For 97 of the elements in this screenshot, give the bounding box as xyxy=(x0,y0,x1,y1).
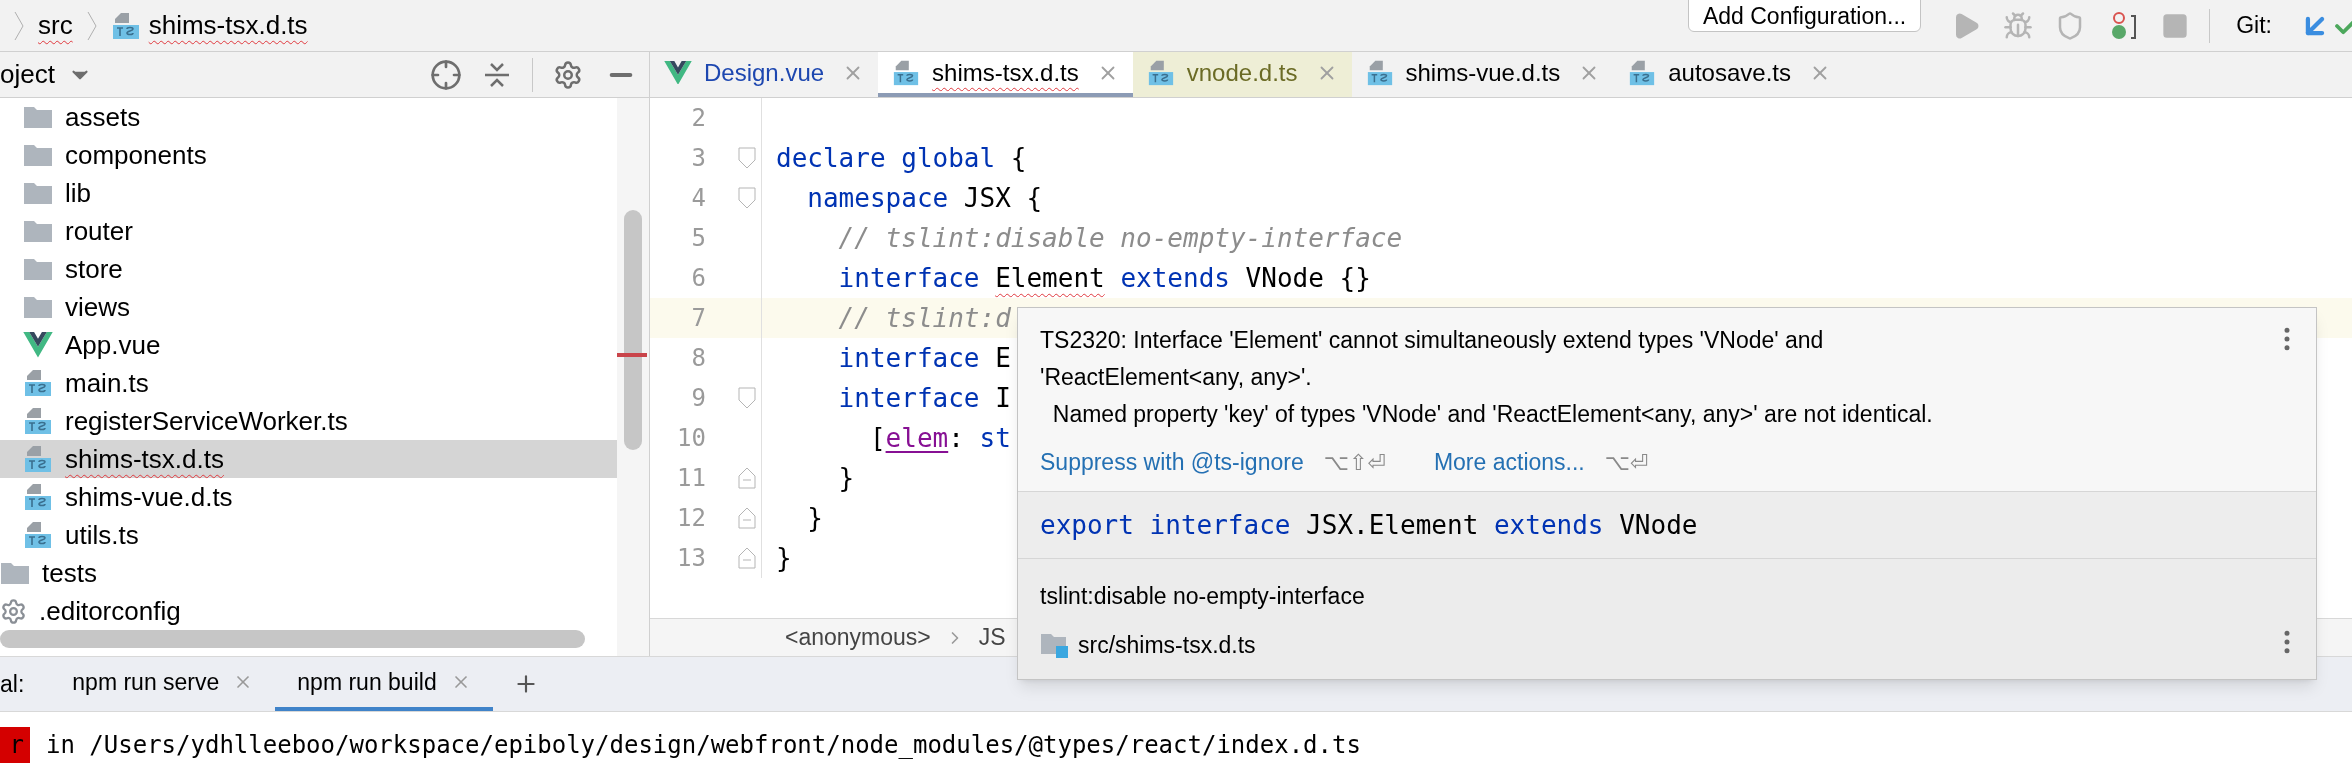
folder-icon xyxy=(23,295,53,319)
code-line: interface I xyxy=(837,381,1011,415)
typescript-file-icon xyxy=(23,406,53,436)
fold-marker-icon[interactable] xyxy=(738,187,756,209)
folder-icon xyxy=(23,219,53,243)
editor-tab[interactable]: autosave.ts xyxy=(1614,52,1845,97)
tree-item[interactable]: components xyxy=(0,136,617,174)
breadcrumb-item[interactable]: shims-tsx.d.ts xyxy=(148,6,308,45)
editor-tab[interactable]: shims-tsx.d.ts xyxy=(878,52,1133,97)
git-label: Git: xyxy=(2236,11,2272,41)
fold-marker-icon[interactable] xyxy=(738,507,756,529)
console-output: in /Users/ydhlleeboo/workspace/epiboly/design/webfront/node_modules/@types/react/index.d.ts xyxy=(46,730,1361,761)
line-number: 9 xyxy=(690,383,706,414)
tree-item[interactable]: tests xyxy=(0,554,617,592)
line-number: 5 xyxy=(690,223,706,254)
folder-icon xyxy=(23,143,53,167)
debug-icon[interactable] xyxy=(2003,10,2034,41)
code-line: // tslint:d xyxy=(837,301,1011,335)
editor-tab[interactable]: Design.vue xyxy=(650,52,879,97)
typescript-file-icon xyxy=(1146,58,1175,87)
folder-icon xyxy=(23,105,53,129)
horizontal-scrollbar[interactable] xyxy=(0,630,585,648)
breadcrumb-item[interactable]: src xyxy=(38,6,73,45)
fold-marker-icon[interactable] xyxy=(738,387,756,409)
error-message: TS2320: Interface 'Element' cannot simultaneously extend types 'VNode' and 'ReactElement<any, any>'. Named property 'key' of types 'VNode' and 'ReactElement<any, any>' are not identical. xyxy=(1040,326,1933,429)
folder-icon xyxy=(1040,631,1070,658)
file-location[interactable]: src/shims-tsx.d.ts xyxy=(1078,627,1256,662)
code-line: } xyxy=(776,541,792,575)
code-line: interface Element extends VNode {} xyxy=(837,261,1371,295)
action-link[interactable]: More actions... xyxy=(1433,445,1585,480)
tree-item[interactable]: router xyxy=(0,212,617,250)
vue-logo-icon xyxy=(664,60,692,85)
line-number: 12 xyxy=(676,503,706,534)
line-number: 10 xyxy=(676,423,706,454)
line-number: 3 xyxy=(690,143,706,174)
typescript-file-icon xyxy=(23,368,53,398)
tree-item[interactable]: assets xyxy=(0,98,617,136)
code-line: // tslint:disable no-empty-interface xyxy=(837,221,1403,255)
typescript-file-icon xyxy=(23,444,53,474)
terminal-label: al: xyxy=(0,669,25,699)
typescript-file-icon xyxy=(110,10,141,41)
vue-logo-icon xyxy=(23,332,53,358)
locate-icon[interactable] xyxy=(430,58,462,91)
tree-item[interactable]: shims-tsx.d.ts xyxy=(0,440,617,478)
terminal-tab[interactable]: npm run serve xyxy=(50,657,276,711)
editor-tab[interactable]: vnode.d.ts xyxy=(1132,52,1352,97)
fold-marker-icon[interactable] xyxy=(738,147,756,169)
tree-item[interactable]: main.ts xyxy=(0,364,617,402)
scrollbar-thumb[interactable] xyxy=(624,210,642,450)
tree-item[interactable]: App.vue xyxy=(0,326,617,364)
code-line: declare global { xyxy=(776,141,1027,175)
chevron-icon xyxy=(86,10,97,41)
line-number: 13 xyxy=(676,543,706,574)
line-number: 11 xyxy=(676,463,706,494)
tree-item[interactable]: shims-vue.d.ts xyxy=(0,478,617,516)
shortcut-hint: ⌥⏎ xyxy=(1604,448,1649,477)
folder-icon xyxy=(23,181,53,205)
tree-item[interactable]: store xyxy=(0,250,617,288)
code-line: interface E xyxy=(837,341,1011,375)
doc-text: tslint:disable no-empty-interface xyxy=(1040,582,1366,611)
add-configuration-button[interactable]: Add Configuration... xyxy=(1687,0,1922,32)
typescript-file-icon xyxy=(23,482,53,512)
tree-item[interactable]: registerServiceWorker.ts xyxy=(0,402,617,440)
line-number: 4 xyxy=(690,183,706,214)
typescript-file-icon xyxy=(1628,58,1657,87)
typescript-file-icon xyxy=(23,520,53,550)
breadcrumb-item[interactable]: <anonymous> xyxy=(785,620,931,655)
panel-title[interactable]: oject xyxy=(0,55,55,94)
code-line: } xyxy=(837,461,855,495)
code-line: namespace JSX { xyxy=(806,181,1043,215)
tree-item[interactable]: utils.ts xyxy=(0,516,617,554)
tree-item[interactable]: views xyxy=(0,288,617,326)
breadcrumb-item[interactable]: JS xyxy=(978,620,1006,655)
terminal-tab[interactable]: npm run build xyxy=(275,657,493,711)
shortcut-hint: ⌥⇧⏎ xyxy=(1323,448,1386,477)
line-number: 7 xyxy=(690,303,706,334)
typescript-file-icon xyxy=(1365,58,1394,87)
fold-marker-icon[interactable] xyxy=(738,467,756,489)
tree-item[interactable]: lib xyxy=(0,174,617,212)
chevron-icon xyxy=(14,10,24,41)
error-badge: r xyxy=(0,727,30,763)
gear-icon xyxy=(0,597,27,625)
line-number: 2 xyxy=(690,103,706,134)
line-number: 8 xyxy=(690,343,706,374)
code-signature: export interface JSX.Element extends VNode xyxy=(1040,508,1698,542)
line-number: 6 xyxy=(690,263,706,294)
folder-icon xyxy=(0,561,30,585)
typescript-file-icon xyxy=(892,58,921,87)
action-link[interactable]: Suppress with @ts-ignore xyxy=(1040,445,1304,480)
folder-icon xyxy=(23,257,53,281)
code-line: } xyxy=(806,501,823,535)
stop-icon[interactable] xyxy=(2161,11,2190,40)
fold-marker-icon[interactable] xyxy=(738,547,756,569)
editor-tab[interactable]: shims-vue.d.ts xyxy=(1351,52,1615,97)
settings-icon[interactable] xyxy=(553,59,583,90)
tree-item[interactable]: .editorconfig xyxy=(0,592,617,630)
code-line: [elem: st xyxy=(868,421,1011,455)
